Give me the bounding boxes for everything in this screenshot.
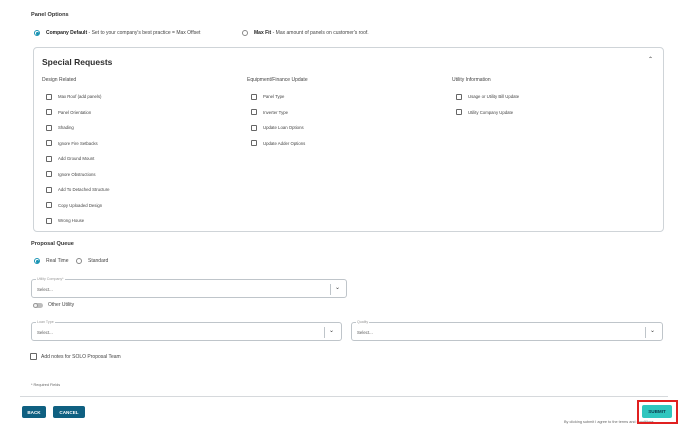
cancel-button[interactable]: CANCEL [53, 406, 85, 418]
checkbox-item[interactable]: Wrong House [46, 213, 110, 229]
toggle-knob [33, 302, 38, 308]
option-desc: - Set to your company's best practice = … [87, 30, 201, 36]
radio-company-default[interactable] [34, 30, 40, 36]
radio-real-time[interactable] [34, 258, 40, 264]
checkbox[interactable] [251, 93, 257, 100]
checkbox[interactable] [456, 93, 462, 100]
special-requests-card: Special Requests ⌃ Design Related Max Ro… [33, 47, 664, 232]
select-divider [645, 327, 646, 338]
checkbox-label: Utility Company Update [468, 109, 514, 115]
checkbox-item[interactable]: Ignore Obstructions [46, 167, 110, 183]
utility-information-list: Usage or Utility Bill Update Utility Com… [456, 89, 519, 120]
proposal-queue-title: Proposal Queue [31, 241, 74, 247]
checkbox-label: Panel Orientation [58, 109, 92, 115]
toggle-switch[interactable] [33, 302, 43, 308]
column-title-equipment: Equipment/Finance Update [247, 77, 308, 83]
checkbox-item[interactable]: Copy Uploaded Design [46, 198, 110, 214]
checkbox[interactable] [46, 186, 52, 193]
checkbox-label: Copy Uploaded Design [58, 202, 103, 208]
option-name: Company Default [46, 30, 88, 36]
checkbox-item[interactable]: Ignore Fire Setbacks [46, 136, 110, 152]
quality-select[interactable]: Quality Select... ⌄ [351, 320, 663, 341]
checkbox-label: Update Loan Options [263, 125, 304, 131]
design-related-list: Max Roof (add panels) Panel Orientation … [46, 89, 110, 229]
checkbox-label: Shading [58, 125, 74, 131]
chevron-down-icon[interactable]: ⌄ [335, 285, 340, 291]
option-desc: - Max amount of panels on customer's roo… [271, 30, 369, 36]
queue-option-standard[interactable]: Standard [76, 258, 108, 264]
checkbox[interactable] [46, 171, 52, 178]
checkbox-item[interactable]: Update Adder Options [251, 136, 305, 152]
checkbox-label: Ignore Obstructions [58, 171, 96, 177]
checkbox-item[interactable]: Utility Company Update [456, 105, 519, 121]
checkbox[interactable] [46, 202, 52, 209]
checkbox[interactable] [46, 217, 52, 224]
checkbox-item[interactable]: Add To Detached Structure [46, 182, 110, 198]
checkbox-label: Inverter Type [263, 109, 288, 115]
checkbox[interactable] [46, 93, 52, 100]
add-notes-option[interactable]: Add notes for SOLO Proposal Team [30, 353, 121, 360]
select-value: Select... [37, 330, 53, 335]
checkbox[interactable] [46, 140, 52, 147]
required-fields-note: * Required Fields [31, 383, 61, 387]
checkbox-item[interactable]: Shading [46, 120, 110, 136]
checkbox-item[interactable]: Usage or Utility Bill Update [456, 89, 519, 105]
checkbox-label: Ignore Fire Setbacks [58, 140, 98, 146]
panel-option-company-default[interactable]: Company Default - Set to your company's … [34, 30, 200, 36]
checkbox-label: Add To Detached Structure [58, 187, 110, 193]
checkbox[interactable] [46, 124, 52, 131]
submit-button[interactable]: SUBMIT [642, 405, 672, 418]
checkbox[interactable] [456, 109, 462, 116]
chevron-down-icon[interactable]: ⌄ [650, 328, 655, 334]
checkbox[interactable] [30, 353, 37, 360]
checkbox[interactable] [46, 109, 52, 116]
checkbox[interactable] [251, 124, 257, 131]
back-button[interactable]: BACK [22, 406, 46, 418]
chevron-up-icon[interactable]: ⌃ [648, 57, 653, 63]
checkbox[interactable] [251, 140, 257, 147]
radio-label: Standard [88, 258, 109, 264]
special-requests-title: Special Requests [42, 57, 113, 67]
column-title-utility: Utility Information [452, 77, 491, 83]
checkbox-item[interactable]: Update Loan Options [251, 120, 305, 136]
column-title-design: Design Related [42, 77, 77, 83]
radio-label: Real Time [46, 258, 69, 264]
checkbox[interactable] [46, 155, 52, 162]
checkbox-label: Usage or Utility Bill Update [468, 94, 520, 100]
checkbox-item[interactable]: Max Roof (add panels) [46, 89, 110, 105]
field-label: Utility Company* [36, 277, 65, 281]
chevron-down-icon[interactable]: ⌄ [329, 328, 334, 334]
loan-type-select[interactable]: Loan Type Select... ⌄ [31, 320, 342, 341]
other-utility-toggle[interactable]: Other Utility [33, 302, 74, 308]
queue-option-real-time[interactable]: Real Time [34, 258, 69, 264]
equipment-finance-list: Panel Type Inverter Type Update Loan Opt… [251, 89, 305, 151]
checkbox-label: Add Ground Mount [58, 156, 95, 162]
panel-options-title: Panel Options [31, 12, 69, 18]
checkbox-item[interactable]: Add Ground Mount [46, 151, 110, 167]
field-label: Quality [356, 320, 370, 324]
option-name: Max Fit [254, 30, 272, 36]
checkbox-label: Update Adder Options [263, 140, 306, 146]
field-label: Loan Type [36, 320, 55, 324]
panel-option-max-fit[interactable]: Max Fit - Max amount of panels on custom… [242, 30, 369, 36]
radio-standard[interactable] [76, 258, 82, 264]
checkbox-item[interactable]: Panel Type [251, 89, 305, 105]
checkbox-label: Panel Type [263, 94, 285, 100]
select-divider [330, 284, 331, 295]
checkbox[interactable] [251, 109, 257, 116]
checkbox-label: Max Roof (add panels) [58, 94, 102, 100]
radio-max-fit[interactable] [242, 30, 248, 36]
utility-company-select[interactable]: Utility Company* Select... ⌄ [31, 277, 347, 298]
footer-divider [20, 396, 668, 397]
select-value: Select... [37, 287, 53, 292]
toggle-label: Other Utility [48, 302, 75, 308]
checkbox-label: Wrong House [58, 218, 85, 224]
checkbox-item[interactable]: Panel Orientation [46, 105, 110, 121]
checkbox-label: Add notes for SOLO Proposal Team [41, 353, 121, 360]
select-divider [324, 327, 325, 338]
select-value: Select... [357, 330, 373, 335]
checkbox-item[interactable]: Inverter Type [251, 105, 305, 121]
